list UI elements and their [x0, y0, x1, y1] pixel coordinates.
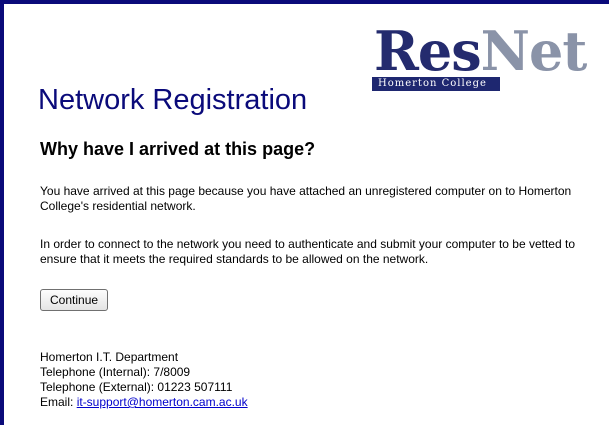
continue-button[interactable]: Continue — [40, 289, 109, 311]
logo-wordmark: ResNet — [374, 19, 588, 83]
page-frame: ResNet Homerton College Network Registra… — [0, 0, 609, 425]
explanation-paragraph: You have arrived at this page because yo… — [40, 184, 572, 213]
section-heading: Why have I arrived at this page? — [40, 139, 316, 159]
page-title: Network Registration — [38, 84, 308, 116]
resnet-logo: ResNet Homerton College — [372, 21, 587, 97]
email-link[interactable]: it-support@homerton.cam.ac.uk — [77, 395, 248, 409]
instruction-paragraph: In order to connect to the network you n… — [40, 237, 575, 266]
logo-subtitle: Homerton College — [372, 77, 500, 91]
logo-word-net: Net — [480, 19, 588, 83]
logo-word-res: Res — [374, 19, 482, 83]
contact-phone-external: Telephone (External): 01223 507111 — [40, 380, 233, 394]
contact-email-label: Email: — [40, 395, 77, 409]
contact-department: Homerton I.T. Department — [40, 350, 179, 364]
contact-info: Homerton I.T. Department Telephone (Inte… — [40, 350, 248, 410]
contact-email-line: Email: it-support@homerton.cam.ac.uk — [40, 395, 248, 410]
contact-phone-internal: Telephone (Internal): 7/8009 — [40, 365, 191, 379]
